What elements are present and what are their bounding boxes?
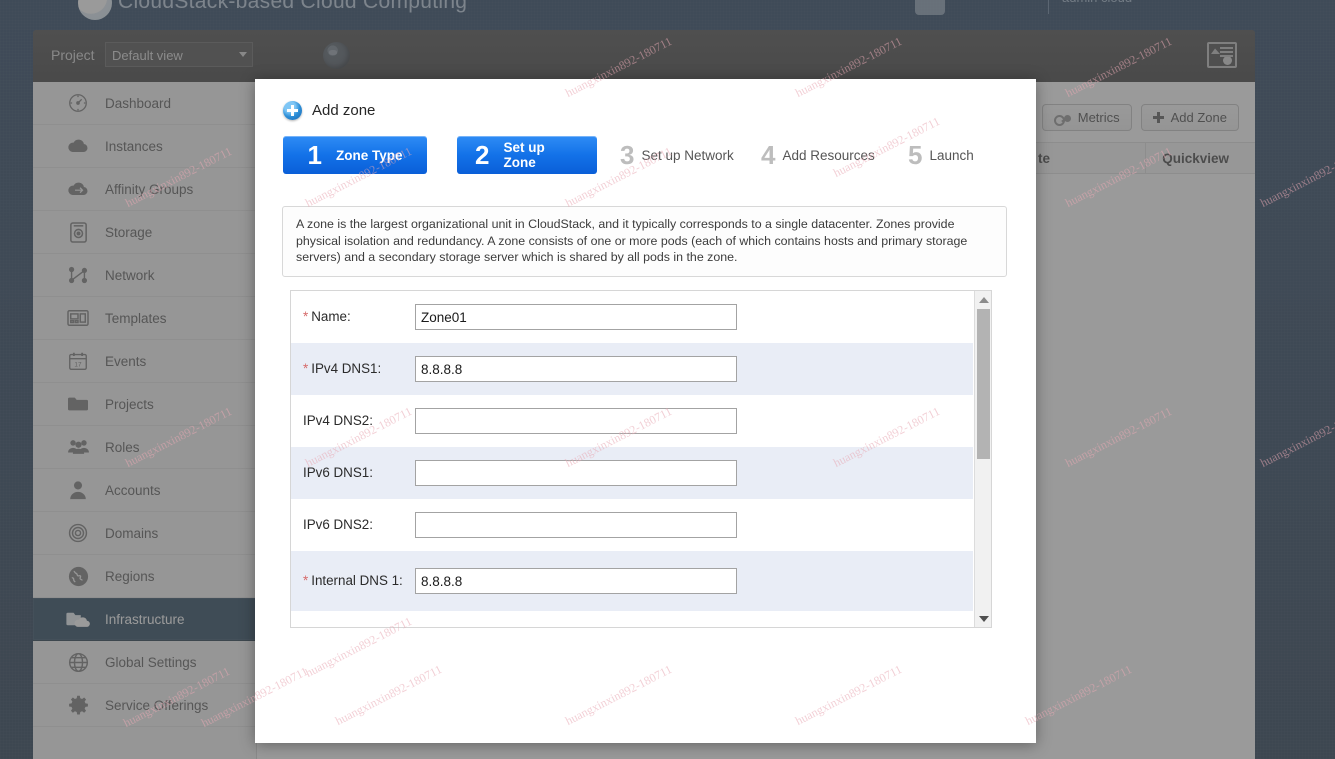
zone-form-scroll: *Name:*IPv4 DNS1:IPv4 DNS2:IPv6 DNS1:IPv… — [290, 290, 992, 628]
scrollbar-thumb[interactable] — [977, 309, 990, 459]
field-label-text: IPv6 DNS1: — [303, 464, 373, 480]
wizard-step-number: 2 — [475, 140, 490, 170]
zone-description: A zone is the largest organizational uni… — [282, 206, 1007, 277]
field-input[interactable] — [415, 304, 737, 330]
wizard-step-number: 1 — [307, 140, 322, 170]
wizard-step-4[interactable]: 4 Add Resources — [761, 136, 875, 174]
field-label-text: IPv4 DNS1: — [311, 360, 382, 376]
wizard-step-1[interactable]: 1 Zone Type — [283, 136, 427, 174]
form-row: IPv6 DNS1: — [291, 447, 973, 499]
form-row: * Name: — [291, 291, 973, 343]
required-asterisk: * — [303, 308, 309, 324]
field-label: IPv4 DNS2: — [303, 413, 415, 429]
field-label-text: IPv6 DNS2: — [303, 516, 373, 532]
field-label: * Internal DNS 1: — [303, 573, 415, 589]
form-row: IPv6 DNS2: — [291, 499, 973, 551]
wizard-step-number: 5 — [908, 140, 923, 170]
wizard-step-number: 3 — [620, 140, 635, 170]
field-input[interactable] — [415, 568, 737, 594]
field-label: * Name: — [303, 309, 415, 325]
form-row: IPv4 DNS2: — [291, 395, 973, 447]
form-row: * Internal DNS 1: — [291, 551, 973, 611]
wizard-steps: 1 Zone Type 2 Set up Zone 3 Set up Network 4 Ad… — [283, 136, 1008, 178]
modal-title-text: Add zone — [312, 102, 376, 119]
field-label: IPv6 DNS1: — [303, 465, 415, 481]
form-row: * IPv4 DNS1: — [291, 343, 973, 395]
field-input[interactable] — [415, 460, 737, 486]
scroll-down-icon[interactable] — [975, 610, 991, 627]
field-label-text: Name: — [311, 308, 351, 324]
wizard-step-5[interactable]: 5 Launch — [908, 136, 974, 174]
add-zone-modal: Add zone 1 Zone Type 2 Set up Zone 3 Set up N… — [255, 79, 1036, 743]
zone-form-rows: *Name:*IPv4 DNS1:IPv4 DNS2:IPv6 DNS1:IPv… — [291, 291, 973, 627]
field-input[interactable] — [415, 512, 737, 538]
required-asterisk: * — [303, 360, 309, 376]
field-input[interactable] — [415, 356, 737, 382]
field-label-text: Internal DNS 1: — [311, 572, 403, 588]
scroll-up-icon[interactable] — [975, 291, 991, 308]
required-asterisk: * — [303, 572, 309, 588]
wizard-step-label: Launch — [929, 147, 974, 163]
wizard-step-label: Set up Zone — [503, 140, 545, 170]
modal-title: Add zone — [283, 101, 375, 120]
field-label: * IPv4 DNS1: — [303, 361, 415, 377]
form-row: Internal DNS 2: — [291, 611, 973, 627]
field-input[interactable] — [415, 408, 737, 434]
wizard-step-label: Add Resources — [782, 147, 875, 163]
wizard-step-3[interactable]: 3 Set up Network — [620, 136, 734, 174]
wizard-step-label: Set up Network — [641, 147, 734, 163]
wizard-step-2[interactable]: 2 Set up Zone — [457, 136, 597, 174]
form-scrollbar[interactable] — [974, 291, 991, 627]
wizard-step-number: 4 — [761, 140, 776, 170]
add-circle-icon — [283, 101, 302, 120]
field-label: IPv6 DNS2: — [303, 517, 415, 533]
wizard-step-label: Zone Type — [335, 147, 403, 163]
field-label-text: IPv4 DNS2: — [303, 412, 373, 428]
